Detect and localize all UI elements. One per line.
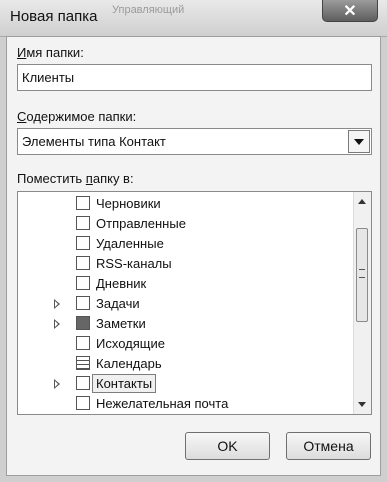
outbox-icon — [76, 336, 90, 350]
tree-item-calendar[interactable]: Календарь — [18, 354, 348, 374]
calendar-icon — [76, 356, 90, 370]
tree-item-label: Заметки — [96, 316, 146, 331]
title-bar: Управляющий Новая папка ✕ — [0, 0, 387, 37]
tree-item-label: RSS-каналы — [96, 256, 172, 271]
folder-content-select[interactable]: Элементы типа Контакт — [17, 128, 372, 155]
tree-item-rss[interactable]: RSS-каналы — [18, 254, 348, 274]
tree-item-contacts[interactable]: Контакты — [18, 374, 348, 394]
expand-arrow-icon[interactable] — [54, 299, 60, 309]
background-window-text: Управляющий — [112, 4, 185, 16]
tree-item-label: Задачи — [96, 296, 140, 311]
folder-content-label: Содержимое папки: — [17, 109, 137, 124]
scroll-down-icon[interactable] — [358, 402, 366, 407]
tree-item-notes[interactable]: Заметки — [18, 314, 348, 334]
scroll-thumb[interactable] — [356, 228, 368, 322]
folder-name-label: Имя папки: — [17, 45, 84, 60]
drafts-icon — [76, 196, 90, 210]
tree-item-junk[interactable]: Нежелательная почта — [18, 394, 348, 414]
tree-item-label: Черновики — [96, 196, 161, 211]
ok-button[interactable]: OK — [185, 432, 270, 460]
tree-item-journal[interactable]: Дневник — [18, 274, 348, 294]
cancel-button[interactable]: Отмена — [286, 432, 371, 460]
tree-item-sent[interactable]: Отправленные — [18, 214, 348, 234]
tasks-icon — [76, 296, 90, 310]
chevron-down-icon[interactable] — [348, 130, 370, 153]
rss-icon — [76, 256, 90, 270]
trash-icon — [76, 236, 90, 250]
window-title: Новая папка — [10, 8, 98, 25]
sent-icon — [76, 216, 90, 230]
tree-item-label: Дневник — [96, 276, 147, 291]
close-icon: ✕ — [343, 3, 357, 20]
scroll-up-icon[interactable] — [358, 199, 366, 204]
folder-tree[interactable]: Черновики Отправленные Удаленные RSS-кан… — [17, 191, 372, 415]
place-folder-label: Поместить папку в: — [17, 171, 134, 186]
tree-scrollbar[interactable] — [353, 192, 371, 414]
tree-item-tasks[interactable]: Задачи — [18, 294, 348, 314]
tree-item-outbox[interactable]: Исходящие — [18, 334, 348, 354]
tree-item-label: Удаленные — [96, 236, 164, 251]
folder-content-value: Элементы типа Контакт — [22, 134, 166, 149]
contacts-icon — [76, 376, 90, 390]
folder-name-input[interactable]: Клиенты — [17, 64, 372, 91]
dialog-body: Имя папки: Клиенты Содержимое папки: Эле… — [6, 36, 381, 476]
tree-item-drafts[interactable]: Черновики — [18, 194, 348, 214]
expand-arrow-icon[interactable] — [54, 319, 60, 329]
tree-item-label: Отправленные — [96, 216, 186, 231]
expand-arrow-icon[interactable] — [54, 379, 60, 389]
tree-item-deleted[interactable]: Удаленные — [18, 234, 348, 254]
close-button[interactable]: ✕ — [322, 0, 378, 22]
junk-icon — [76, 396, 90, 410]
journal-icon — [76, 276, 90, 290]
notes-icon — [76, 316, 90, 330]
tree-item-label: Календарь — [96, 356, 162, 371]
tree-item-label: Нежелательная почта — [96, 396, 229, 411]
tree-item-label: Контакты — [92, 374, 157, 393]
tree-item-label: Исходящие — [96, 336, 165, 351]
